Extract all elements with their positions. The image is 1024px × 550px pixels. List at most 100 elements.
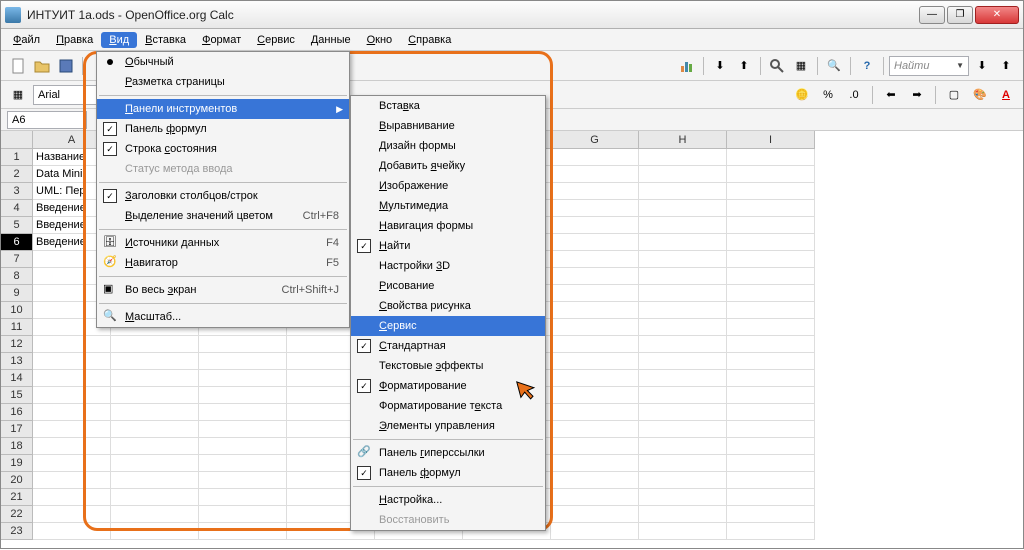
sort-asc-icon[interactable]: ⬇ [709, 55, 731, 77]
cell[interactable] [639, 455, 727, 472]
cell[interactable] [199, 336, 287, 353]
row-header[interactable]: 9 [1, 285, 33, 302]
menu-item[interactable]: Добавить ячейку [351, 156, 545, 176]
styles-icon[interactable]: ▦ [7, 84, 29, 106]
cell[interactable] [639, 251, 727, 268]
cell[interactable] [727, 251, 815, 268]
cell[interactable] [199, 370, 287, 387]
menu-вид[interactable]: Вид [101, 32, 137, 48]
cell[interactable] [639, 268, 727, 285]
cell[interactable] [727, 319, 815, 336]
sort-desc-icon[interactable]: ⬆ [733, 55, 755, 77]
cell[interactable] [639, 523, 727, 540]
row-header[interactable]: 7 [1, 251, 33, 268]
menu-item[interactable]: Настройка... [351, 490, 545, 510]
cell[interactable] [639, 149, 727, 166]
cell[interactable] [33, 387, 111, 404]
gallery-icon[interactable]: ▦ [790, 55, 812, 77]
cell[interactable] [111, 489, 199, 506]
find-input[interactable]: Найти▼ [889, 56, 969, 76]
new-doc-icon[interactable] [7, 55, 29, 77]
cell[interactable] [727, 387, 815, 404]
cell[interactable] [727, 404, 815, 421]
indent-dec-icon[interactable]: ⬅ [880, 84, 902, 106]
cell[interactable] [33, 370, 111, 387]
fontcolor-icon[interactable]: A [995, 84, 1017, 106]
cell[interactable] [639, 506, 727, 523]
cell[interactable] [639, 438, 727, 455]
cell[interactable] [727, 285, 815, 302]
cell[interactable] [551, 523, 639, 540]
cell[interactable] [551, 251, 639, 268]
cell[interactable] [199, 421, 287, 438]
menu-item[interactable]: Разметка страницы [97, 72, 349, 92]
cell[interactable] [639, 472, 727, 489]
cell[interactable] [639, 370, 727, 387]
cell[interactable] [639, 404, 727, 421]
help-icon[interactable]: ? [856, 55, 878, 77]
row-header[interactable]: 20 [1, 472, 33, 489]
cell[interactable] [727, 268, 815, 285]
cell[interactable] [551, 353, 639, 370]
row-header[interactable]: 12 [1, 336, 33, 353]
cell[interactable] [727, 336, 815, 353]
row-header[interactable]: 4 [1, 200, 33, 217]
menu-item[interactable]: ✓Стандартная [351, 336, 545, 356]
row-header[interactable]: 22 [1, 506, 33, 523]
cell[interactable] [551, 319, 639, 336]
cell[interactable] [33, 421, 111, 438]
cell[interactable] [727, 455, 815, 472]
cell[interactable] [639, 166, 727, 183]
minimize-button[interactable]: — [919, 6, 945, 24]
row-header[interactable]: 2 [1, 166, 33, 183]
menu-item[interactable]: Текстовые эффекты [351, 356, 545, 376]
cell[interactable] [639, 421, 727, 438]
menu-item[interactable]: ▣Во весь экранCtrl+Shift+J [97, 280, 349, 300]
menu-item[interactable]: 🔗Панель гиперссылки [351, 443, 545, 463]
menu-правка[interactable]: Правка [48, 32, 101, 48]
cell[interactable] [551, 455, 639, 472]
cell[interactable] [551, 489, 639, 506]
open-icon[interactable] [31, 55, 53, 77]
cell[interactable] [199, 353, 287, 370]
cell[interactable] [111, 353, 199, 370]
zoom-icon[interactable]: 🔍 [823, 55, 845, 77]
decimal-icon[interactable]: .0 [843, 84, 865, 106]
cell[interactable] [111, 523, 199, 540]
bgcolor-icon[interactable]: 🎨 [969, 84, 991, 106]
cell[interactable] [639, 387, 727, 404]
cell[interactable] [551, 506, 639, 523]
cell[interactable] [111, 404, 199, 421]
menu-item[interactable]: Свойства рисунка [351, 296, 545, 316]
cell[interactable] [551, 438, 639, 455]
cell[interactable] [551, 149, 639, 166]
cell[interactable] [727, 523, 815, 540]
close-button[interactable]: ✕ [975, 6, 1019, 24]
cell[interactable] [727, 438, 815, 455]
cell[interactable] [727, 217, 815, 234]
row-header[interactable]: 8 [1, 268, 33, 285]
cell[interactable] [727, 421, 815, 438]
menu-item[interactable]: Мультимедиа [351, 196, 545, 216]
cell[interactable] [551, 285, 639, 302]
cell[interactable] [111, 455, 199, 472]
cell[interactable] [33, 472, 111, 489]
cell[interactable] [551, 387, 639, 404]
percent-icon[interactable]: % [817, 84, 839, 106]
menu-данные[interactable]: Данные [303, 32, 359, 48]
cell[interactable] [33, 455, 111, 472]
cell[interactable] [639, 319, 727, 336]
cell[interactable] [551, 268, 639, 285]
cell[interactable] [551, 302, 639, 319]
menu-сервис[interactable]: Сервис [249, 32, 303, 48]
menu-окно[interactable]: Окно [359, 32, 401, 48]
indent-inc-icon[interactable]: ➡ [906, 84, 928, 106]
row-header[interactable]: 3 [1, 183, 33, 200]
menu-item[interactable]: ✓Заголовки столбцов/строк [97, 186, 349, 206]
menu-item[interactable]: 🔍Масштаб... [97, 307, 349, 327]
select-all-corner[interactable] [1, 131, 33, 149]
cell[interactable] [639, 302, 727, 319]
col-header-G[interactable]: G [551, 131, 639, 149]
cell[interactable] [551, 183, 639, 200]
menu-item[interactable]: Панели инструментов▶ [97, 99, 349, 119]
